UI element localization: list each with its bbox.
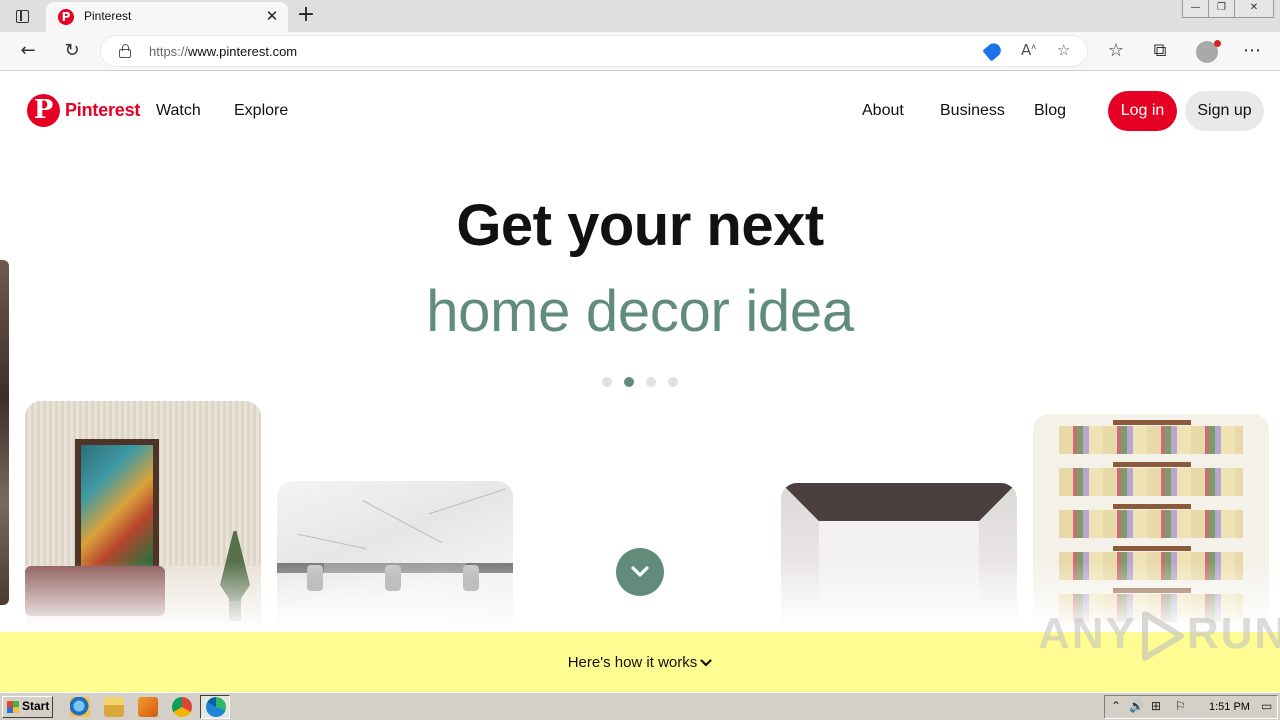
pinterest-page: P Pinterest Watch Explore About Business…: [0, 72, 1280, 692]
scroll-down-button[interactable]: [616, 548, 664, 596]
sidebar-icon: [16, 10, 29, 23]
address-bar[interactable]: https://www.pinterest.com Aʌ ☆: [100, 35, 1088, 67]
pinterest-logo-icon: P: [27, 94, 60, 127]
media-player-icon[interactable]: [138, 697, 158, 717]
tag-icon[interactable]: [982, 40, 1004, 62]
start-label: Start: [22, 699, 50, 713]
system-tray: ⌃ 🔊 ⊞ ⚐ 1:51 PM ▭: [1104, 695, 1278, 719]
hero-headline: Get your next: [456, 193, 824, 258]
file-explorer-icon[interactable]: [104, 697, 124, 717]
watermark-left-text: ANY: [1038, 609, 1137, 658]
taskbar-edge-task[interactable]: [200, 695, 230, 719]
hero-subheadline: home decor idea: [426, 279, 854, 344]
browser-toolbar: ← ↻ https://www.pinterest.com Aʌ ☆ ☆ ⧉ ⋯: [0, 32, 1280, 71]
browser-tab[interactable]: P Pinterest ✕: [46, 2, 288, 32]
chrome-icon[interactable]: [172, 697, 192, 717]
carousel-dot[interactable]: [668, 377, 678, 387]
play-icon: [1141, 611, 1184, 662]
start-button[interactable]: Start: [2, 696, 53, 718]
more-icon[interactable]: ⋯: [1238, 37, 1266, 65]
add-favorite-icon[interactable]: ☆: [1057, 41, 1070, 59]
collections-icon[interactable]: ⧉: [1146, 37, 1174, 65]
pin-image-room-decor[interactable]: [25, 401, 261, 631]
restore-button[interactable]: ❐: [1208, 0, 1235, 18]
close-tab-icon[interactable]: ✕: [264, 8, 280, 24]
anyrun-watermark: ANY RUN: [1038, 609, 1280, 662]
profile-icon[interactable]: [1196, 40, 1221, 63]
volume-icon[interactable]: 🔊: [1129, 699, 1144, 713]
pin-image-marble-bath[interactable]: [277, 481, 513, 631]
minimize-button[interactable]: —: [1182, 0, 1209, 18]
nav-blog-link[interactable]: Blog: [1034, 102, 1066, 120]
action-center-flag-icon[interactable]: ⚐: [1175, 699, 1186, 713]
chevron-down-icon: [700, 659, 712, 667]
login-button[interactable]: Log in: [1108, 91, 1177, 131]
nav-explore-link[interactable]: Explore: [234, 102, 288, 120]
nav-business-link[interactable]: Business: [940, 102, 1005, 120]
tab-strip: P Pinterest ✕ + — ❐ ✕: [0, 0, 1280, 32]
watermark-right-text: RUN: [1186, 609, 1280, 658]
pin-image-shelf[interactable]: [781, 483, 1017, 631]
sidebar-toggle-button[interactable]: [8, 6, 36, 28]
windows-logo-icon: [7, 701, 19, 713]
pin-image-floral-stairs[interactable]: [1033, 414, 1269, 631]
back-icon[interactable]: ←: [14, 37, 42, 65]
url-host: www.pinterest.com: [188, 44, 298, 59]
internet-explorer-icon[interactable]: [70, 697, 90, 717]
brand-name: Pinterest: [65, 100, 141, 120]
nav-about-link[interactable]: About: [862, 102, 904, 120]
close-window-button[interactable]: ✕: [1234, 0, 1274, 18]
favorites-icon[interactable]: ☆: [1102, 37, 1130, 65]
network-icon[interactable]: ⊞: [1151, 699, 1161, 713]
how-it-works-label: Here's how it works: [567, 654, 698, 671]
url-scheme: https://: [149, 44, 189, 59]
nav-watch-link[interactable]: Watch: [156, 102, 201, 120]
tab-title: Pinterest: [84, 9, 132, 23]
chevron-down-icon: [631, 566, 649, 577]
carousel-dot-active[interactable]: [624, 377, 634, 387]
read-aloud-icon[interactable]: Aʌ: [1021, 41, 1036, 59]
pin-image-partial[interactable]: [0, 260, 9, 605]
edge-icon: [206, 697, 226, 717]
reload-icon[interactable]: ↻: [58, 37, 86, 65]
carousel-dot[interactable]: [602, 377, 612, 387]
url-text: https://www.pinterest.com: [149, 44, 297, 59]
show-hidden-icons-icon[interactable]: ⌃: [1111, 699, 1121, 713]
pinterest-favicon-icon: P: [58, 9, 74, 25]
system-clock[interactable]: 1:51 PM: [1209, 701, 1250, 713]
new-tab-button[interactable]: +: [294, 4, 318, 28]
lock-icon[interactable]: [119, 44, 131, 58]
carousel-indicators: [600, 377, 680, 389]
signup-button[interactable]: Sign up: [1185, 91, 1264, 131]
carousel-dot[interactable]: [646, 377, 656, 387]
windows-taskbar: Start ⌃ 🔊 ⊞ ⚐ 1:51 PM ▭: [0, 692, 1280, 720]
show-desktop-icon[interactable]: ▭: [1261, 699, 1272, 713]
